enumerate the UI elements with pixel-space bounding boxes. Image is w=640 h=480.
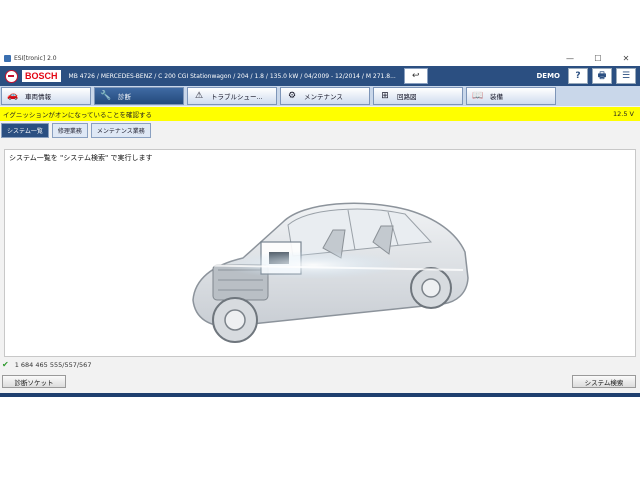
circuit-icon: ⊞ (381, 91, 389, 101)
print-button[interactable]: 🖶 (592, 68, 612, 84)
subtab-system-list[interactable]: システム一覧 (1, 123, 49, 138)
system-search-button[interactable]: システム検索 (572, 375, 636, 388)
menu-button[interactable]: ☰ (616, 68, 636, 84)
tab-maintenance[interactable]: ⚙ メンテナンス (280, 87, 370, 105)
warning-icon: ⚠ (194, 91, 204, 101)
window-title: ESI[tronic] 2.0 (14, 54, 57, 62)
alert-message: イグニッションがオンになっていることを確認する (3, 111, 153, 119)
check-icon: ✔ (2, 360, 9, 369)
close-button[interactable]: ✕ (612, 54, 640, 63)
tab-label: トラブルシュー... (211, 93, 263, 101)
maximize-button[interactable]: ☐ (584, 54, 612, 63)
content-panel: システム一覧を "システム検索" で実行します (4, 149, 636, 357)
car-xray-illustration (182, 202, 469, 343)
tab-troubleshooting[interactable]: ⚠ トラブルシュー... (187, 87, 277, 105)
part-number: 1 684 465 555/557/567 (14, 360, 92, 369)
back-button[interactable]: ↩ (403, 68, 428, 84)
tab-vehicle-info[interactable]: 🚗 車両情報 (1, 87, 91, 105)
diagnostic-socket-button[interactable]: 診断ソケット (2, 375, 66, 388)
tab-label: 装備 (490, 93, 503, 101)
app-icon (4, 54, 11, 62)
wrench-icon: 🔧 (100, 91, 112, 101)
app-window: ESI[tronic] 2.0 — ☐ ✕ BOSCH MB 4726 / ME… (0, 50, 640, 397)
tab-equipment[interactable]: 📖 装備 (466, 87, 556, 105)
battery-voltage: 12.5 V (613, 110, 634, 118)
bottom-bar (0, 393, 640, 397)
bosch-logo-icon (5, 69, 18, 83)
tab-diagnosis[interactable]: 🔧 診断 (94, 87, 184, 105)
title-bar: ESI[tronic] 2.0 — ☐ ✕ (0, 50, 640, 66)
subtab-repair-tasks[interactable]: 修理業務 (51, 123, 88, 138)
tab-circuit-diagram[interactable]: ⊞ 回路図 (373, 87, 463, 105)
subtab-maintenance-tasks[interactable]: メンテナンス業務 (90, 123, 151, 138)
tab-label: 診断 (118, 93, 131, 101)
minimize-button[interactable]: — (556, 54, 584, 63)
app-header: BOSCH MB 4726 / MERCEDES-BENZ / C 200 CG… (0, 66, 640, 86)
tab-label: 車両情報 (25, 93, 51, 101)
ignition-alert-bar: イグニッションがオンになっていることを確認する 12.5 V (0, 107, 640, 121)
help-button[interactable]: ? (568, 68, 588, 84)
status-line: ✔ 1 684 465 555/557/567 (2, 360, 91, 369)
instruction-text: システム一覧を "システム検索" で実行します (9, 154, 153, 162)
sub-tabs: システム一覧 修理業務 メンテナンス業務 (0, 122, 640, 138)
gear-icon: ⚙ (287, 91, 297, 101)
window-controls: — ☐ ✕ (556, 54, 640, 63)
tab-label: 回路図 (397, 93, 417, 101)
vehicle-info: MB 4726 / MERCEDES-BENZ / C 200 CGI Stat… (68, 72, 396, 80)
demo-badge: DEMO (536, 72, 560, 80)
brand-logo: BOSCH (22, 70, 61, 82)
tab-label: メンテナンス (304, 93, 343, 101)
main-tabs: 🚗 車両情報 🔧 診断 ⚠ トラブルシュー... ⚙ メンテナンス ⊞ 回路図 … (0, 86, 640, 106)
car-icon: 🚗 (7, 91, 19, 101)
book-icon: 📖 (472, 91, 484, 101)
